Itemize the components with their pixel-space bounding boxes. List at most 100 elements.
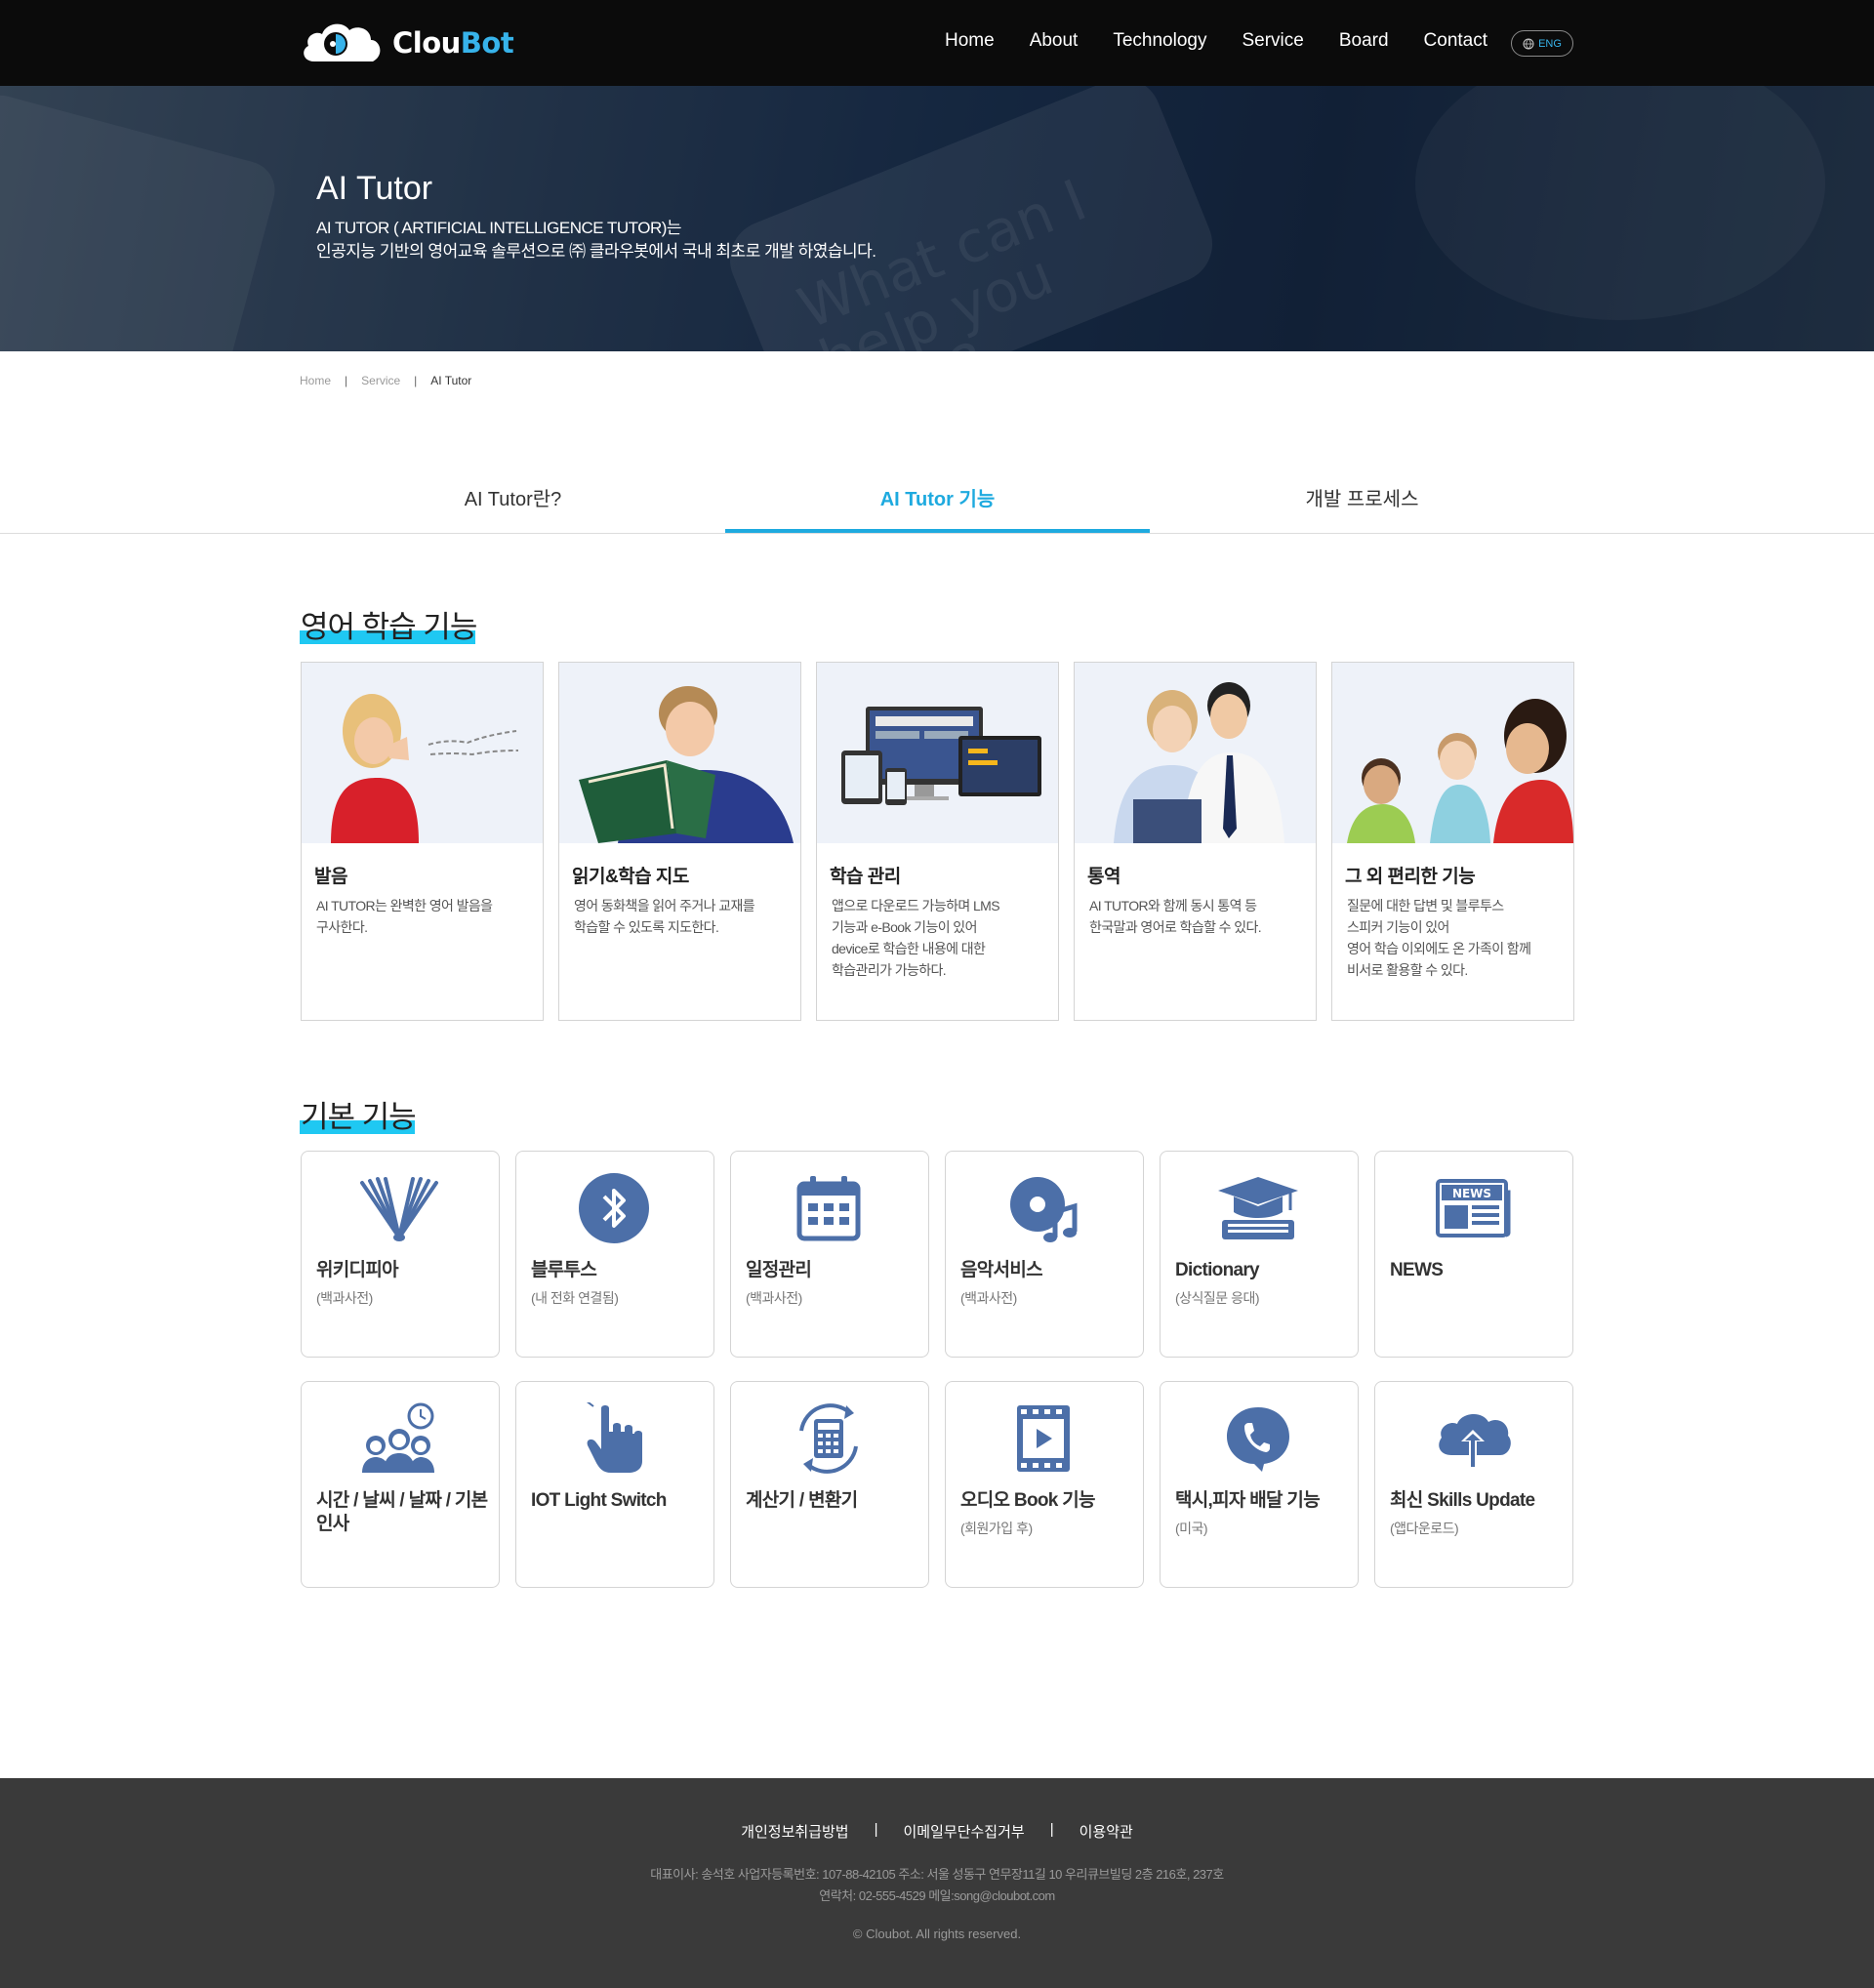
feature-description: AI TUTOR와 함께 동시 통역 등 한국말과 영어로 학습할 수 있다. [1089, 895, 1309, 938]
nav-contact[interactable]: Contact [1424, 27, 1487, 55]
footer-separator: | [1049, 1821, 1054, 1838]
feature-card-other-features: 그 외 편리한 기능 질문에 대한 답변 및 블루투스 스피커 기능이 있어 영… [1331, 662, 1574, 1021]
desc-line: 기능과 e-Book 기능이 있어 [832, 919, 977, 935]
footer-link-privacy[interactable]: 개인정보취급방법 [741, 1821, 848, 1842]
devices-image [817, 663, 1058, 843]
card-title: 계산기 / 변환기 [746, 1490, 858, 1511]
footer-links: 개인정보취급방법 | 이메일무단수집거부 | 이용약관 [0, 1821, 1874, 1842]
section-heading-english: 영어 학습 기능 [300, 602, 477, 646]
globe-icon [1523, 38, 1534, 50]
page-title: AI Tutor [316, 170, 433, 207]
desc-line: 비서로 활용할 수 있다. [1347, 962, 1468, 978]
desc-line: 학습할 수 있도록 지도한다. [574, 919, 719, 935]
film-icon [995, 1401, 1092, 1476]
calendar-icon [780, 1171, 877, 1245]
cloud-upload-icon [1424, 1401, 1522, 1476]
basic-card-audio-book[interactable]: 오디오 Book 기능 (회원가입 후) [945, 1381, 1144, 1588]
feature-description: 앱으로 다운로드 가능하며 LMS 기능과 e-Book 기능이 있어 devi… [832, 895, 1051, 981]
card-title: 시간 / 날씨 / 날짜 / 기본인사 [316, 1490, 488, 1534]
phone-icon [1209, 1401, 1307, 1476]
feature-description: AI TUTOR는 완벽한 영어 발음을 구사한다. [316, 895, 536, 938]
basic-card-iot-light[interactable]: IOT Light Switch [515, 1381, 714, 1588]
footer-separator: | [874, 1821, 878, 1838]
feature-title: 통역 [1087, 867, 1120, 887]
book-icon [350, 1171, 448, 1245]
feature-card-learning-management: 학습 관리 앱으로 다운로드 가능하며 LMS 기능과 e-Book 기능이 있… [816, 662, 1059, 1021]
basic-card-music[interactable]: 음악서비스 (백과사전) [945, 1151, 1144, 1358]
card-subtitle: (백과사전) [316, 1290, 373, 1306]
site-footer: 개인정보취급방법 | 이메일무단수집거부 | 이용약관 대표이사: 송석호 사업… [0, 1778, 1874, 1988]
card-subtitle: (백과사전) [960, 1290, 1017, 1306]
desc-line: 스피커 기능이 있어 [1347, 919, 1449, 935]
cloud-logo-icon [301, 19, 383, 67]
nav-technology[interactable]: Technology [1113, 27, 1206, 55]
desc-line: 영어 동화책을 읽어 주거나 교재를 [574, 898, 755, 913]
breadcrumb-home[interactable]: Home [300, 374, 331, 387]
basic-card-delivery[interactable]: 택시,피자 배달 기능 (미국) [1160, 1381, 1359, 1588]
calculator-icon [780, 1401, 877, 1476]
desc-line: AI TUTOR와 함께 동시 통역 등 [1089, 898, 1257, 913]
nav-about[interactable]: About [1030, 27, 1079, 55]
card-title: IOT Light Switch [531, 1490, 667, 1511]
card-title: 택시,피자 배달 기능 [1175, 1490, 1321, 1511]
tab-ai-tutor-features[interactable]: AI Tutor 기능 [725, 468, 1150, 533]
card-subtitle: (내 전화 연결됨) [531, 1290, 619, 1306]
nav-service[interactable]: Service [1242, 27, 1303, 55]
card-title: 블루투스 [531, 1260, 597, 1280]
nav-board[interactable]: Board [1339, 27, 1389, 55]
footer-link-email-refusal[interactable]: 이메일무단수집거부 [904, 1821, 1025, 1842]
language-toggle[interactable]: ENG [1511, 30, 1573, 57]
basic-card-dictionary[interactable]: Dictionary (상식질문 응대) [1160, 1151, 1359, 1358]
section-heading-basic: 기본 기능 [300, 1092, 417, 1136]
desc-line: 한국말과 영어로 학습할 수 있다. [1089, 919, 1262, 935]
feature-title: 학습 관리 [830, 867, 901, 887]
desc-line: 학습관리가 가능하다. [832, 962, 947, 978]
feature-card-reading: 읽기&학습 지도 영어 동화책을 읽어 주거나 교재를 학습할 수 있도록 지도… [558, 662, 801, 1021]
card-title: NEWS [1390, 1260, 1444, 1280]
desc-line: AI TUTOR는 완벽한 영어 발음을 [316, 898, 493, 913]
business-people-image [1075, 663, 1316, 843]
basic-card-news[interactable]: NEWS NEWS [1374, 1151, 1573, 1358]
language-label: ENG [1538, 37, 1562, 50]
logo[interactable]: ClouBot [301, 18, 514, 68]
tab-dev-process[interactable]: 개발 프로세스 [1150, 468, 1574, 534]
site-header: ClouBot Home About Technology Service Bo… [0, 0, 1874, 86]
feature-description: 영어 동화책을 읽어 주거나 교재를 학습할 수 있도록 지도한다. [574, 895, 794, 938]
basic-card-skills-update[interactable]: 최신 Skills Update (앱다운로드) [1374, 1381, 1573, 1588]
tab-bar: AI Tutor란? AI Tutor 기능 개발 프로세스 [0, 468, 1874, 534]
basic-card-schedule[interactable]: 일정관리 (백과사전) [730, 1151, 929, 1358]
card-title: 일정관리 [746, 1260, 812, 1280]
breadcrumb-service[interactable]: Service [361, 374, 400, 387]
tab-about-ai-tutor[interactable]: AI Tutor란? [301, 468, 725, 534]
news-icon: NEWS [1424, 1171, 1522, 1245]
breadcrumb-separator: | [414, 374, 418, 387]
card-title: 음악서비스 [960, 1260, 1043, 1280]
breadcrumb-separator: | [345, 374, 348, 387]
feature-card-interpretation: 통역 AI TUTOR와 함께 동시 통역 등 한국말과 영어로 학습할 수 있… [1074, 662, 1317, 1021]
basic-card-calculator[interactable]: 계산기 / 변환기 [730, 1381, 929, 1588]
card-subtitle: (미국) [1175, 1521, 1208, 1536]
card-subtitle: (상식질문 응대) [1175, 1290, 1260, 1306]
girl-shouting-image [302, 663, 543, 843]
hero-banner: What can I help you with? AI Tutor AI TU… [0, 86, 1874, 351]
card-title: 위키디피아 [316, 1260, 399, 1280]
basic-card-wikipedia[interactable]: 위키디피아 (백과사전) [301, 1151, 500, 1358]
footer-link-terms[interactable]: 이용약관 [1080, 1821, 1133, 1842]
card-subtitle: (백과사전) [746, 1290, 802, 1306]
nav-home[interactable]: Home [945, 27, 995, 55]
hero-description: AI TUTOR ( ARTIFICIAL INTELLIGENCE TUTOR… [316, 217, 876, 264]
card-title: 최신 Skills Update [1390, 1490, 1535, 1511]
hero-line-2: 인공지능 기반의 영어교육 솔루션으로 ㈜ 클라우봇에서 국내 최초로 개발 하… [316, 242, 876, 261]
section-heading-text: 기본 기능 [301, 1100, 417, 1134]
footer-info-line: 연락처: 02-555-4529 메일:song@cloubot.com [819, 1888, 1055, 1903]
basic-card-bluetooth[interactable]: 블루투스 (내 전화 연결됨) [515, 1151, 714, 1358]
feature-title: 발음 [314, 867, 347, 887]
main-nav: Home About Technology Service Board Cont… [945, 27, 1523, 55]
desc-line: 구사한다. [316, 919, 368, 935]
family-image [1332, 663, 1573, 843]
basic-card-time-weather[interactable]: 시간 / 날씨 / 날짜 / 기본인사 [301, 1381, 500, 1588]
music-icon [995, 1171, 1092, 1245]
logo-text-clou: Clou [392, 26, 461, 60]
breadcrumb-current: AI Tutor [430, 374, 472, 387]
desc-line: 앱으로 다운로드 가능하며 LMS [832, 898, 1000, 913]
